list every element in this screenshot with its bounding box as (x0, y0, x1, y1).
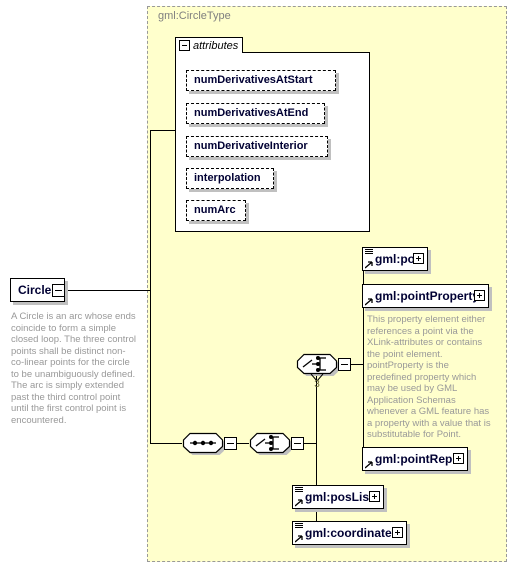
attribute-numDerivativesAtEnd[interactable]: numDerivativesAtEnd (186, 103, 325, 124)
choice-collapse-icon[interactable] (338, 358, 351, 371)
substitution-arrow-icon (365, 261, 373, 269)
inner-choice-occurs-label: 3 (314, 379, 320, 390)
connector-root-horizontal (65, 290, 151, 291)
attribute-label: numDerivativeInterior (194, 140, 308, 152)
connector-sequence-to-choice (237, 443, 249, 444)
attribute-numArc[interactable]: numArc (186, 200, 246, 221)
connector-to-attributes (150, 130, 175, 131)
sequence-compositor[interactable] (182, 431, 237, 455)
sequence-lines-icon (365, 249, 373, 256)
attributes-group-tab[interactable]: attributes (175, 37, 244, 53)
sequence-lines-icon (295, 523, 303, 530)
element-expand-icon[interactable] (453, 453, 464, 464)
attributes-collapse-icon[interactable] (179, 40, 190, 51)
element-gml-posList[interactable]: gml:posList (292, 485, 384, 509)
attribute-interpolation[interactable]: interpolation (186, 168, 274, 189)
choice-compositor-outer[interactable] (249, 431, 304, 455)
sequence-icon (182, 432, 224, 455)
schema-diagram-canvas: gml:CircleType attributes numDerivatives… (0, 0, 513, 567)
element-expand-icon[interactable] (392, 527, 403, 538)
attribute-numDerivativeInterior[interactable]: numDerivativeInterior (186, 136, 328, 157)
element-pointProperty-documentation: This property element either references … (367, 314, 491, 440)
choice-compositor-inner[interactable] (296, 352, 351, 376)
choice-icon (249, 432, 291, 455)
substitution-arrow-icon (365, 461, 373, 469)
element-gml-coordinates[interactable]: gml:coordinates (292, 521, 407, 545)
root-element-documentation: A Circle is an arc whose ends coincide t… (11, 311, 136, 426)
attributes-group-label: attributes (193, 39, 239, 52)
element-gml-pos[interactable]: gml:pos (362, 247, 428, 271)
element-gml-pointProperty[interactable]: gml:pointProperty (362, 284, 489, 308)
attribute-numDerivativesAtStart[interactable]: numDerivativesAtStart (186, 70, 336, 91)
attribute-label: numArc (194, 204, 236, 216)
substitution-arrow-icon (295, 499, 303, 507)
element-label: gml:posList (305, 490, 373, 504)
element-label: gml:pointRep (375, 452, 453, 466)
sequence-lines-icon (295, 487, 303, 494)
connector-to-sequence (150, 443, 182, 444)
element-label: gml:pointProperty (375, 289, 479, 303)
connector-root-spine (150, 130, 151, 444)
connector-inner-choice-stub (351, 364, 363, 365)
attribute-label: numDerivativesAtStart (194, 74, 313, 86)
connector-choice-stub (304, 443, 316, 444)
sequence-collapse-icon[interactable] (224, 437, 237, 450)
element-expand-icon[interactable] (369, 491, 380, 502)
substitution-arrow-icon (365, 298, 373, 306)
root-collapse-icon[interactable] (52, 284, 65, 297)
choice-icon (296, 353, 338, 376)
element-gml-pointRep[interactable]: gml:pointRep (362, 447, 468, 471)
element-label: gml:coordinates (305, 526, 399, 540)
element-expand-icon[interactable] (413, 253, 424, 264)
root-element-label: Circle (18, 283, 52, 297)
choice-collapse-icon[interactable] (291, 437, 304, 450)
element-expand-icon[interactable] (474, 290, 485, 301)
substitution-arrow-icon (295, 535, 303, 543)
complex-type-title: gml:CircleType (158, 10, 231, 22)
attribute-label: interpolation (194, 172, 261, 184)
attribute-label: numDerivativesAtEnd (194, 107, 309, 119)
